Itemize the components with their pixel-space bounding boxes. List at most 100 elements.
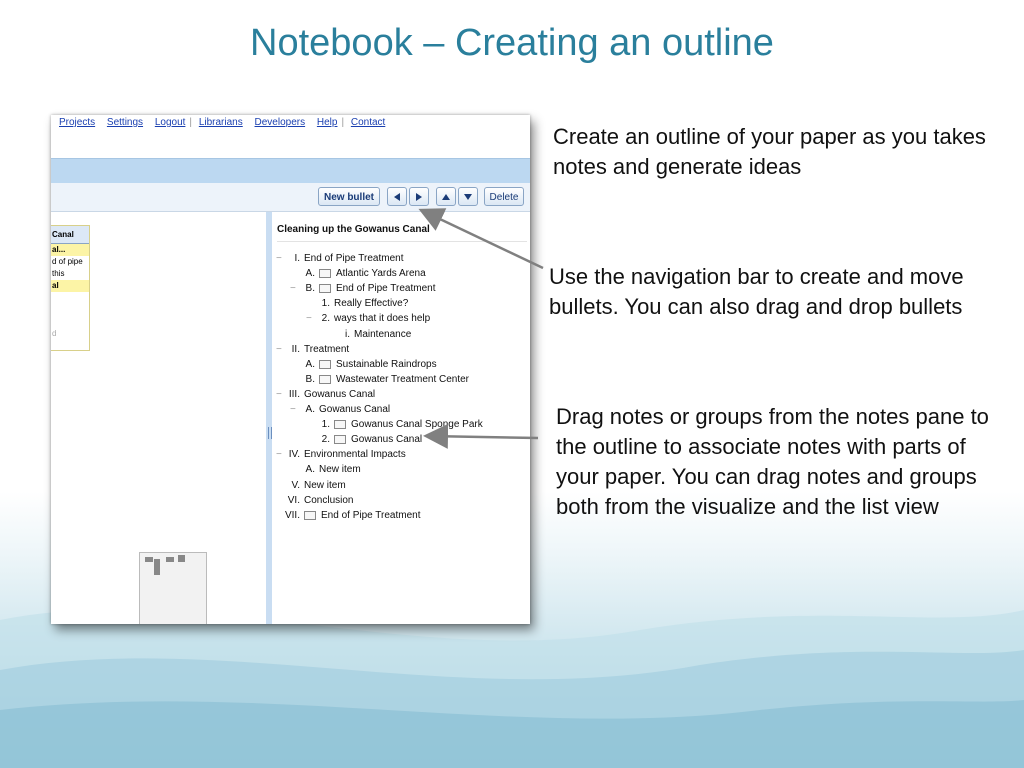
nav-separator: | [341, 117, 345, 128]
arrow-down-icon [464, 194, 472, 201]
app-screenshot: Projects Settings Logout | Librarians Dev… [51, 115, 530, 624]
outline-item[interactable]: − B. End of Pipe Treatment [272, 282, 530, 296]
note-icon [304, 510, 316, 520]
minimap-block [154, 559, 160, 575]
outline-item-number: B. [305, 373, 315, 385]
outline-item-number: VII. [284, 509, 300, 521]
delete-button[interactable]: Delete [484, 187, 524, 206]
outline-title: Cleaning up the Gowanus Canal [277, 224, 430, 235]
outline-item[interactable]: − A. Gowanus Canal [272, 403, 530, 417]
outline-pane: Cleaning up the Gowanus Canal − I. End of … [272, 212, 530, 624]
visualize-minimap[interactable] [139, 552, 207, 624]
nav-help-link[interactable]: Help [317, 117, 338, 128]
note-navigation-bar: Use the navigation bar to create and mov… [549, 264, 964, 319]
outline-item-number: A. [305, 268, 315, 280]
nav-librarians-link[interactable]: Librarians [199, 117, 243, 128]
outline-item[interactable]: − II. Treatment [272, 343, 530, 357]
top-navigation: Projects Settings Logout | Librarians Dev… [59, 117, 394, 128]
arrow-right-icon [416, 193, 422, 202]
outline-item-number: IV. [288, 449, 300, 461]
outline-item[interactable]: −2. ways that it does help [272, 312, 530, 326]
minimap-block [145, 557, 153, 562]
outline-item[interactable]: VII. End of Pipe Treatment [272, 509, 530, 523]
outline-item[interactable]: A. New item [272, 463, 530, 477]
outline-item[interactable]: − IV. Environmental Impacts [272, 448, 530, 462]
outline-item-label: End of Pipe Treatment [321, 509, 421, 521]
note-item[interactable]: d [51, 328, 89, 340]
outline-item-label: Maintenance [354, 328, 412, 340]
outline-item-number: A. [305, 358, 315, 370]
outline-item[interactable]: A. Atlantic Yards Arena [272, 267, 530, 281]
outline-item-number: VI. [287, 494, 300, 506]
outline-item[interactable]: − I. End of Pipe Treatment [272, 252, 530, 266]
outline-item-number: II. [291, 343, 300, 355]
notes-pane: Canal al... d of pipe this al d [51, 225, 90, 351]
note-icon [334, 419, 346, 429]
outline-item-number: A. [305, 464, 315, 476]
nav-projects-link[interactable]: Projects [59, 117, 95, 128]
outline-item[interactable]: i. Maintenance [272, 328, 530, 342]
outline-item-number: 2. [321, 434, 330, 446]
note-create-outline: Create an outline of your paper as you t… [553, 124, 986, 179]
note-item[interactable]: al [51, 280, 89, 292]
move-down-button[interactable] [458, 187, 478, 206]
note-item[interactable]: al... [51, 244, 89, 256]
nav-settings-link[interactable]: Settings [107, 117, 143, 128]
outline-item-label: Really Effective? [334, 298, 409, 310]
note-icon [334, 435, 346, 445]
minimap-block [166, 557, 174, 562]
move-right-button[interactable] [409, 187, 429, 206]
outline-divider [277, 241, 527, 242]
arrow-up-icon [442, 194, 450, 201]
move-left-button[interactable] [387, 187, 407, 206]
minimap-block [178, 555, 185, 562]
outline-item-label: End of Pipe Treatment [336, 283, 436, 295]
outline-item[interactable]: A. Sustainable Raindrops [272, 358, 530, 372]
outline-item[interactable]: B. Wastewater Treatment Center [272, 373, 530, 387]
outline-item-label: Gowanus Canal [304, 388, 376, 400]
note-icon [319, 359, 331, 369]
outline-item-number: 2. [321, 313, 330, 325]
note-item[interactable]: d of pipe [51, 256, 89, 268]
outline-item-label: New item [304, 479, 346, 491]
outline-item[interactable]: 2. Gowanus Canal [272, 433, 530, 447]
note-drag-notes: Drag notes or groups from the notes pane… [556, 404, 989, 519]
outline-item-number: B. [305, 283, 315, 295]
outline-item-label: Conclusion [304, 494, 354, 506]
note-icon [319, 268, 331, 278]
outline-item-label: ways that it does help [334, 313, 431, 325]
outline-item[interactable]: V. New item [272, 479, 530, 493]
outline-item-number: I. [294, 253, 300, 264]
note-icon [319, 284, 331, 294]
outline-item-number: i. [345, 328, 350, 340]
nav-developers-link[interactable]: Developers [255, 117, 306, 128]
outline-item-label: Atlantic Yards Arena [336, 268, 426, 280]
outline-item-label: Treatment [304, 343, 350, 355]
nav-separator: | [189, 117, 193, 128]
outline-item-label: Environmental Impacts [304, 449, 406, 461]
new-bullet-button[interactable]: New bullet [318, 187, 380, 206]
outline-item[interactable]: 1. Gowanus Canal Sponge Park [272, 418, 530, 432]
outline-item[interactable]: VI. Conclusion [272, 494, 530, 508]
note-spacer [51, 292, 89, 328]
slide-title: Notebook – Creating an outline [250, 22, 774, 64]
move-up-button[interactable] [436, 187, 456, 206]
outline-item-label: Sustainable Raindrops [336, 358, 437, 370]
arrow-left-icon [394, 193, 400, 202]
outline-item-label: New item [319, 464, 361, 476]
outline-item-number: A. [305, 404, 315, 415]
outline-item[interactable]: 1. Really Effective? [272, 297, 530, 311]
outline-item-label: Gowanus Canal [351, 434, 423, 446]
nav-contact-link[interactable]: Contact [351, 117, 385, 128]
nav-logout-link[interactable]: Logout [155, 117, 186, 128]
outline-item-label: Gowanus Canal Sponge Park [351, 419, 483, 431]
outline-item-number: 1. [321, 298, 330, 310]
outline-item-number: III. [288, 388, 300, 400]
outline-item-label: Wastewater Treatment Center [336, 373, 470, 385]
outline-item-number: 1. [321, 419, 330, 431]
note-icon [319, 374, 331, 384]
outline-item-label: Gowanus Canal [319, 404, 391, 415]
notes-pane-header: Canal [51, 226, 89, 244]
outline-item[interactable]: − III. Gowanus Canal [272, 388, 530, 402]
note-item[interactable]: this [51, 268, 89, 280]
